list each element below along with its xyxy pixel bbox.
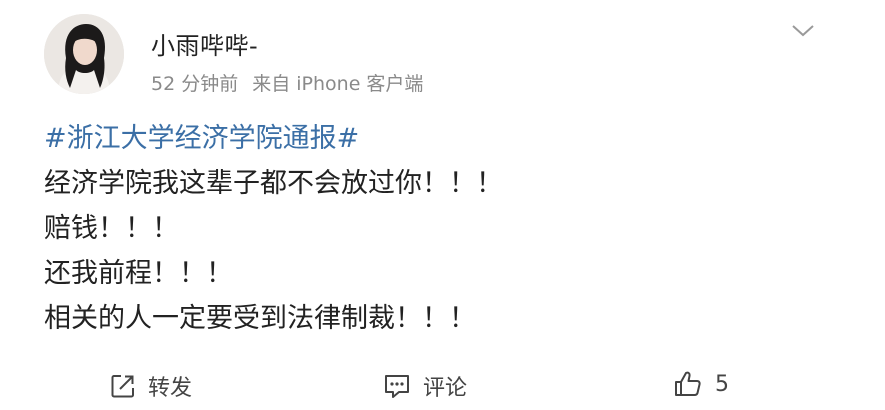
repost-icon: [110, 373, 136, 399]
chevron-down-icon: [792, 25, 814, 37]
content-line: 相关的人一定要受到法律制裁！！！: [44, 303, 476, 334]
avatar-photo: [44, 14, 124, 94]
content-line: 赔钱！！！: [44, 213, 179, 244]
post-menu-button[interactable]: [786, 18, 820, 44]
like-count: 5: [715, 371, 729, 397]
post-source: 来自 iPhone 客户端: [252, 73, 424, 95]
content-line: 经济学院我这辈子都不会放过你！！！: [44, 168, 503, 199]
like-button[interactable]: 5: [673, 370, 729, 398]
comment-button[interactable]: 评论: [383, 370, 467, 402]
repost-label: 转发: [148, 376, 193, 401]
avatar[interactable]: [44, 14, 124, 94]
thumbs-up-icon: [673, 370, 703, 398]
post-content: #浙江大学经济学院通报# 经济学院我这辈子都不会放过你！！！ 赔钱！！！ 还我前…: [44, 116, 503, 341]
post-time: 52 分钟前: [151, 73, 239, 95]
comment-icon: [383, 373, 411, 399]
comment-label: 评论: [423, 376, 468, 401]
action-bar: 转发 评论 5: [0, 366, 885, 410]
hashtag-link[interactable]: #浙江大学经济学院通报#: [44, 116, 503, 161]
weibo-post-card: 小雨哔哔- 52 分钟前 来自 iPhone 客户端 #浙江大学经济学院通报# 经…: [0, 0, 885, 410]
author-name[interactable]: 小雨哔哔-: [151, 26, 258, 61]
post-meta: 52 分钟前 来自 iPhone 客户端: [151, 69, 423, 96]
repost-button[interactable]: 转发: [110, 370, 192, 402]
content-line: 还我前程！！！: [44, 258, 233, 289]
